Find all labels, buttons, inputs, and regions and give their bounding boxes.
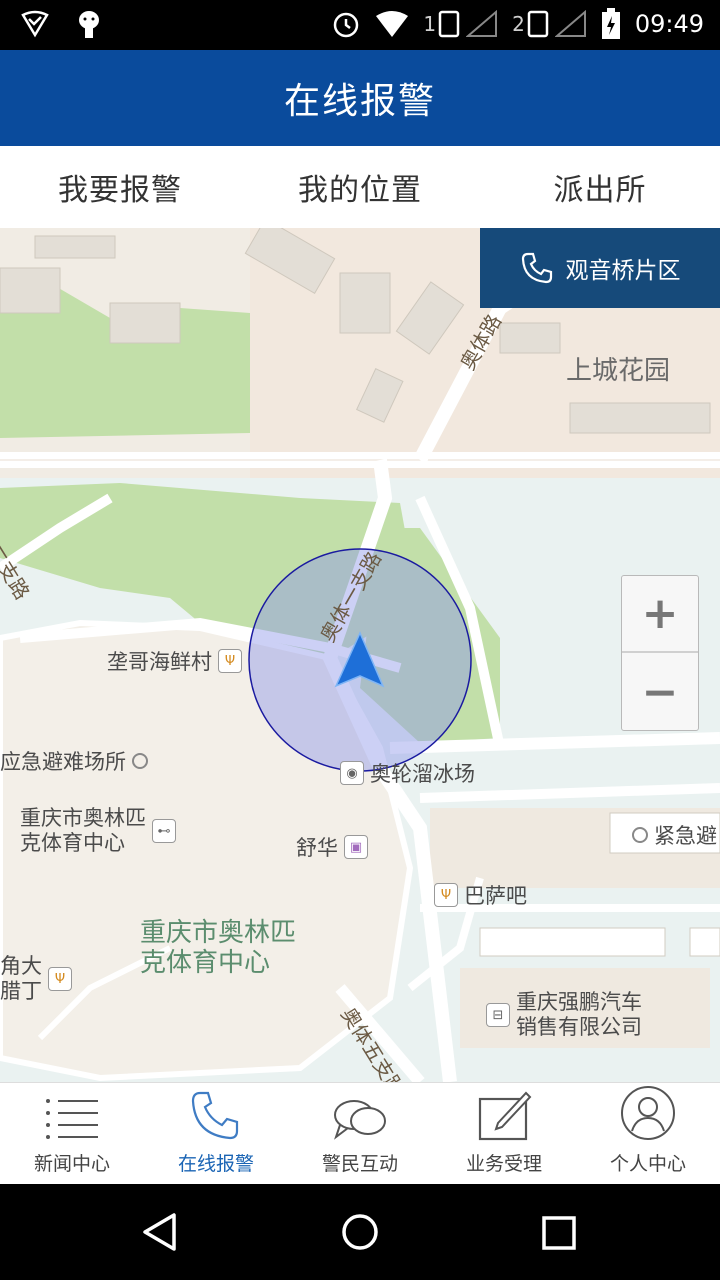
nav-news[interactable]: 新闻中心 (0, 1083, 144, 1184)
area-label-stadium: 重庆市奥林匹 克体育中心 (140, 918, 297, 978)
poi[interactable]: 垄哥海鲜村 Ψ (107, 646, 242, 676)
sim2-signal: 2 (512, 10, 587, 38)
sim2-label: 2 (512, 12, 525, 36)
alarm-icon (334, 12, 359, 38)
poi-label: 巴萨吧 (464, 884, 527, 908)
wifi-icon (376, 11, 409, 37)
back-icon[interactable] (140, 1212, 180, 1252)
recents-icon[interactable] (540, 1214, 580, 1254)
sim-card-icon (527, 10, 549, 38)
nav-online-report[interactable]: 在线报警 (144, 1083, 288, 1184)
sim1-signal: 1 (423, 10, 498, 38)
tab-bar: 我要报警 我的位置 派出所 (0, 146, 720, 228)
zoom-in-button[interactable]: + (622, 576, 698, 653)
car-icon: ⊟ (486, 1003, 510, 1027)
poi-label: 重庆市奥林匹 克体育中心 (20, 806, 146, 855)
map-view[interactable]: 奥体路 奥体一支路 奥体五支路 二支路 上城花园 重庆市奥林匹 克体育中心 垄哥… (0, 228, 720, 1082)
nav-label: 个人中心 (609, 1153, 686, 1175)
tab-report[interactable]: 我要报警 (0, 146, 240, 228)
restaurant-icon: Ψ (48, 967, 72, 991)
nav-interaction[interactable]: 警民互动 (288, 1083, 432, 1184)
station-button-label: 观音桥片区 (565, 258, 681, 284)
area-label-shangcheng: 上城花园 (566, 356, 671, 386)
poi-label: 舒华 (296, 836, 338, 860)
poi[interactable]: 重庆市奥林匹 克体育中心 ⊷ (20, 806, 176, 856)
app-bar: 在线报警 (0, 50, 720, 146)
zoom-out-button[interactable]: − (622, 654, 698, 731)
clock: 09:49 (634, 10, 704, 38)
shield-check-icon (21, 10, 49, 38)
poi-label: 奥轮溜冰场 (370, 762, 475, 786)
restaurant-icon: Ψ (434, 883, 458, 907)
nav-personal[interactable]: 个人中心 (576, 1083, 720, 1184)
poi-label: 应急避难场所 (0, 750, 126, 774)
nav-label: 在线报警 (177, 1153, 254, 1175)
poi-label: 角大 腊丁 (0, 954, 42, 1003)
android-icon (79, 11, 99, 38)
nav-label: 新闻中心 (33, 1153, 110, 1175)
user-icon (621, 1086, 675, 1140)
chat-icon (334, 1100, 386, 1140)
nav-label: 警民互动 (321, 1153, 398, 1175)
battery-icon (601, 8, 620, 39)
page-title: 在线报警 (283, 81, 436, 122)
poi[interactable]: 舒华 ▣ (296, 832, 368, 862)
poi[interactable]: Ψ 巴萨吧 (434, 880, 527, 910)
signal-icon (466, 10, 498, 37)
poi[interactable]: 紧急避 (632, 820, 717, 850)
edit-icon (478, 1091, 532, 1141)
poi[interactable]: 角大 腊丁 Ψ (0, 954, 72, 1004)
status-bar: 1 2 09:49 (0, 0, 720, 50)
list-icon (46, 1099, 98, 1139)
poi[interactable]: 应急避难场所 (0, 746, 148, 776)
sports-icon: ◉ (340, 761, 364, 785)
nav-business[interactable]: 业务受理 (432, 1083, 576, 1184)
nav-label: 业务受理 (465, 1153, 542, 1175)
tab-my-location[interactable]: 我的位置 (240, 146, 480, 228)
system-nav-bar (0, 1184, 720, 1280)
poi-label: 重庆强鹏汽车 销售有限公司 (516, 990, 642, 1039)
shopping-icon: ▣ (344, 835, 368, 859)
tab-police-station[interactable]: 派出所 (480, 146, 720, 228)
poi-label: 紧急避 (654, 824, 717, 848)
home-icon[interactable] (340, 1212, 380, 1252)
zoom-controls: + − (621, 575, 699, 731)
poi[interactable]: ◉ 奥轮溜冰场 (340, 758, 475, 788)
gym-icon: ⊷ (152, 819, 176, 843)
sim1-label: 1 (423, 12, 437, 36)
dot-icon (632, 827, 648, 843)
sim-card-icon (438, 10, 460, 38)
signal-icon (554, 10, 586, 37)
dot-icon (132, 753, 148, 769)
restaurant-icon: Ψ (218, 649, 242, 673)
poi[interactable]: ⊟ 重庆强鹏汽车 销售有限公司 (486, 990, 642, 1040)
call-station-button[interactable]: 观音桥片区 (480, 228, 720, 308)
poi-label: 垄哥海鲜村 (107, 650, 212, 674)
bottom-nav: 新闻中心 在线报警 警民互动 业务受理 个人中心 (0, 1082, 720, 1184)
phone-icon (521, 252, 552, 284)
phone-icon (191, 1091, 239, 1140)
